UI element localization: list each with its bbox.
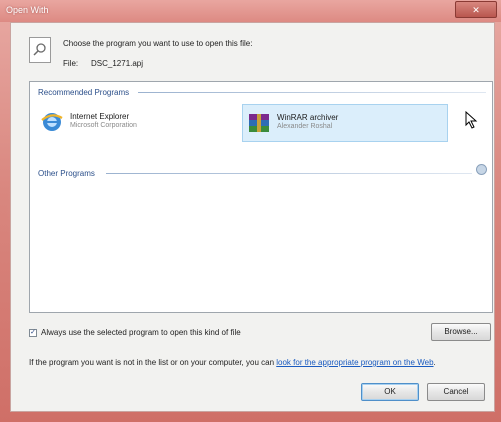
dialog-body: Choose the program you want to use to op… <box>10 22 495 412</box>
program-name: WinRAR archiver <box>277 113 339 122</box>
group-divider <box>138 92 486 93</box>
program-item-internet-explorer[interactable]: Internet Explorer Microsoft Corporation <box>36 104 226 142</box>
ok-button[interactable]: OK <box>361 383 419 401</box>
cancel-button[interactable]: Cancel <box>427 383 485 401</box>
program-publisher: Alexander Roshal <box>277 123 333 130</box>
winrar-icon <box>249 114 269 132</box>
file-name: DSC_1271.apj <box>91 59 144 68</box>
program-item-winrar[interactable]: WinRAR archiver Alexander Roshal <box>242 104 448 142</box>
group-divider <box>106 173 472 174</box>
file-label: File: <box>63 59 79 68</box>
close-button[interactable]: ✕ <box>455 1 497 18</box>
close-icon: ✕ <box>472 5 480 15</box>
expand-other-programs-button[interactable] <box>476 164 487 175</box>
mouse-cursor-icon <box>465 111 478 129</box>
always-use-checkbox[interactable]: ✓ <box>29 329 37 337</box>
info-text-end: . <box>433 358 436 367</box>
magnifier-icon <box>33 43 46 56</box>
group-header-recommended: Recommended Programs <box>38 88 130 97</box>
info-text: If the program you want is not in the li… <box>29 357 499 369</box>
title-bar[interactable]: Open With ✕ <box>0 0 501 22</box>
info-text-start: If the program you want is not in the li… <box>29 358 277 367</box>
web-search-link[interactable]: look for the appropriate program on the … <box>276 358 433 367</box>
program-publisher: Microsoft Corporation <box>70 122 137 129</box>
program-list[interactable]: Recommended Programs Internet Explorer M… <box>29 81 493 313</box>
window-title: Open With <box>6 5 49 15</box>
internet-explorer-icon <box>41 113 63 131</box>
group-header-other: Other Programs <box>38 169 95 178</box>
browse-button[interactable]: Browse... <box>431 323 491 341</box>
prompt-text: Choose the program you want to use to op… <box>63 39 253 48</box>
generic-file-icon <box>29 37 51 63</box>
always-use-label: Always use the selected program to open … <box>41 328 241 337</box>
program-name: Internet Explorer <box>70 112 130 121</box>
